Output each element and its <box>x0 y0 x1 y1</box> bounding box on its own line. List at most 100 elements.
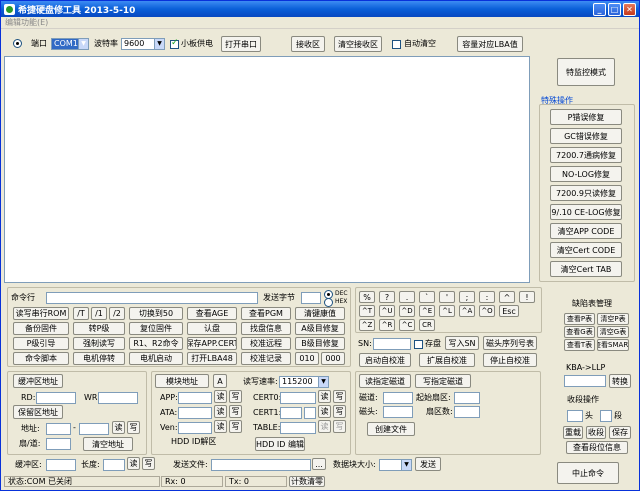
send-file-input[interactable] <box>211 459 311 471</box>
ven-read-button[interactable]: 读 <box>214 420 227 433</box>
key-ctrl-z[interactable]: ^Z <box>359 319 375 331</box>
clear-health-button[interactable]: 清键康值 <box>295 307 345 320</box>
port-select[interactable]: COM1 ▼ <box>51 38 89 50</box>
cert1-read-button[interactable]: 读 <box>318 405 331 418</box>
cmd-1-button[interactable]: /1 <box>91 307 107 320</box>
table-read-button[interactable]: 读 <box>318 420 331 433</box>
clear-receive-button[interactable]: 清空接收区 <box>334 36 382 52</box>
stop-command-button[interactable]: 中止命令 <box>557 462 619 484</box>
key-semicolon[interactable]: ; <box>459 291 475 303</box>
op-clear-app-code[interactable]: 清空APP CODE <box>550 223 622 239</box>
browse-button[interactable]: ... <box>312 458 326 470</box>
clear-p-table-button[interactable]: 清空P表 <box>597 313 629 325</box>
receive-area-button[interactable]: 接收区 <box>291 36 325 52</box>
motor-stop-button[interactable]: 电机停转 <box>73 352 125 365</box>
key-percent[interactable]: % <box>359 291 375 303</box>
op-7200-9-readonly-repair[interactable]: 7200.9只读修复 <box>550 185 622 201</box>
app-write-button[interactable]: 写 <box>229 390 242 403</box>
reserved-address-button[interactable]: 保留区地址 <box>13 405 63 419</box>
kba-input[interactable] <box>564 375 606 387</box>
start-self-calib-button[interactable]: 启动自校准 <box>359 353 411 367</box>
expand-self-calib-button[interactable]: 扩展自校准 <box>419 353 475 367</box>
buffer-read-button[interactable]: 读 <box>127 457 140 470</box>
write-track-button[interactable]: 写指定磁道 <box>415 374 471 388</box>
disk-info-button[interactable]: 找盘信息 <box>241 322 291 335</box>
op-gc-error-repair[interactable]: GC错误修复 <box>550 128 622 144</box>
buffer-input[interactable] <box>46 459 76 471</box>
address-input-1[interactable] <box>46 423 71 435</box>
small-board-power-checkbox[interactable] <box>170 38 179 49</box>
calib-remote-button[interactable]: 校准远程 <box>241 337 291 350</box>
port-radio[interactable] <box>13 39 22 48</box>
command-script-button[interactable]: 命令脚本 <box>13 352 69 365</box>
title-bar[interactable]: 希捷硬盘修工具 2013-5-10 _ □ ✕ <box>1 1 639 17</box>
baud-select[interactable]: 9600 ▼ <box>121 38 165 50</box>
cert1-input-1[interactable] <box>280 407 302 419</box>
capacity-lba-button[interactable]: 容量对应LBA值 <box>457 36 523 52</box>
menu-edit-functions[interactable]: 编辑功能(E) <box>5 18 48 27</box>
module-a-button[interactable]: A <box>213 374 227 388</box>
calib-record-button[interactable]: 校准记录 <box>241 352 291 365</box>
b-level-repair-button[interactable]: B级目修复 <box>295 337 345 350</box>
auto-clear-checkbox[interactable] <box>392 40 401 49</box>
open-lba48-button[interactable]: 打开LBA48 <box>187 352 237 365</box>
buffer-address-button[interactable]: 缓冲区地址 <box>13 374 63 388</box>
hdd-id-edit-button[interactable]: HDD ID 编辑 <box>255 437 305 451</box>
key-ctrl-o[interactable]: ^O <box>479 305 495 317</box>
receive-textarea[interactable] <box>4 56 530 283</box>
cert0-read-button[interactable]: 读 <box>318 390 331 403</box>
cert1-input-2[interactable] <box>304 407 316 419</box>
key-exclamation[interactable]: ! <box>519 291 535 303</box>
key-ctrl-c[interactable]: ^C <box>399 319 415 331</box>
view-pgm-button[interactable]: 查看PGM <box>241 307 291 320</box>
convert-button[interactable]: 转换 <box>609 374 631 388</box>
key-esc[interactable]: Esc <box>499 305 519 317</box>
cert0-input[interactable] <box>280 392 316 404</box>
address-input-2[interactable] <box>79 423 109 435</box>
view-age-button[interactable]: 查看AGE <box>187 307 237 320</box>
force-rw-button[interactable]: 强制读写 <box>73 337 125 350</box>
buffer-write-button[interactable]: 写 <box>142 457 155 470</box>
rw-speed-select[interactable]: 115200 ▼ <box>279 376 329 388</box>
maximize-button[interactable]: □ <box>608 3 621 16</box>
key-backtick[interactable]: ` <box>419 291 435 303</box>
table-input[interactable] <box>280 422 316 434</box>
op-7200-7-repair[interactable]: 7200.7通病修复 <box>550 147 622 163</box>
key-ctrl-a[interactable]: ^A <box>459 305 475 317</box>
start-sector-input[interactable] <box>454 392 480 404</box>
cmd-t-button[interactable]: /T <box>73 307 89 320</box>
key-ctrl-e[interactable]: ^E <box>419 305 435 317</box>
goto-p-level-button[interactable]: 转P级 <box>73 322 125 335</box>
minimize-button[interactable]: _ <box>593 3 606 16</box>
key-ctrl-u[interactable]: ^U <box>379 305 395 317</box>
collect-seg-button[interactable]: 收段 <box>586 426 606 439</box>
ven-input[interactable] <box>178 422 212 434</box>
head-serial-button[interactable]: 磁头序列号表 <box>483 336 537 350</box>
head-input[interactable] <box>567 410 583 422</box>
seg-input[interactable] <box>600 410 612 422</box>
p-level-boot-button[interactable]: P级引导 <box>13 337 69 350</box>
ven-write-button[interactable]: 写 <box>229 420 242 433</box>
view-t-table-button[interactable]: 查看T表 <box>564 339 595 351</box>
key-ctrl-d[interactable]: ^D <box>399 305 415 317</box>
send-button[interactable]: 发送 <box>415 457 441 471</box>
key-caret[interactable]: ^ <box>499 291 515 303</box>
r1-r2-command-button[interactable]: R1、R2命令 <box>129 337 183 350</box>
app-input[interactable] <box>178 392 212 404</box>
a-level-repair-button[interactable]: A级目修复 <box>295 322 345 335</box>
close-button[interactable]: ✕ <box>623 3 636 16</box>
cmd-010-button[interactable]: 010 <box>295 352 319 365</box>
hex-radio[interactable] <box>324 298 333 307</box>
address-read-button[interactable]: 读 <box>112 421 125 434</box>
track-num-input[interactable] <box>383 392 413 404</box>
module-address-button[interactable]: 模块地址 <box>155 374 209 388</box>
op-p-error-repair[interactable]: P错误修复 <box>550 109 622 125</box>
key-quote[interactable]: ' <box>439 291 455 303</box>
view-p-table-button[interactable]: 查看P表 <box>564 313 595 325</box>
app-read-button[interactable]: 读 <box>214 390 227 403</box>
clear-address-button[interactable]: 清空地址 <box>83 437 133 451</box>
address-write-button[interactable]: 写 <box>127 421 140 434</box>
switch-50-button[interactable]: 切换到50 <box>129 307 183 320</box>
key-colon[interactable]: : <box>479 291 495 303</box>
cmd-2-button[interactable]: /2 <box>109 307 125 320</box>
